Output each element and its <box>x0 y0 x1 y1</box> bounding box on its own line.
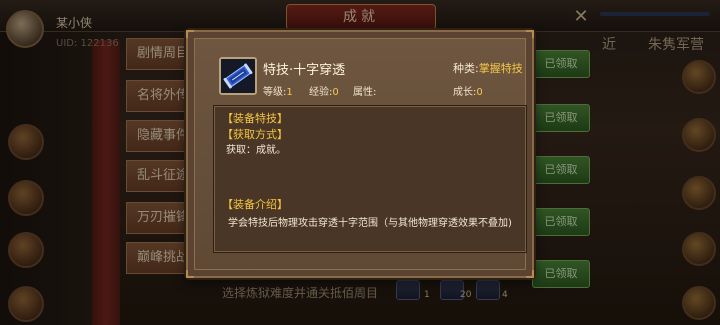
section-intro-title: 【装备介绍】 <box>222 198 288 211</box>
popup-corner-ornament <box>186 270 194 278</box>
stat-exp-value: 0 <box>332 87 339 98</box>
stat-attribute-label: 属性: <box>353 87 377 98</box>
skill-type-value: 掌握特技 <box>478 62 523 75</box>
section-source-body: 获取：成就。 <box>226 145 286 156</box>
section-equip-title: 【装备特技】 <box>222 112 288 125</box>
stat-growth-label: 成长: <box>453 87 477 98</box>
section-intro-body: 学会特技后物理攻击穿透十字范围（与其他物理穿透效果不叠加) <box>228 218 512 229</box>
stat-level: 等级:1 <box>263 83 293 98</box>
skill-type-label: 种类: <box>453 62 479 75</box>
skill-info-box: 【装备特技】 【获取方式】 获取：成就。 【装备介绍】 学会特技后物理攻击穿透十… <box>213 105 527 253</box>
stat-attribute: 属性: <box>353 83 376 98</box>
popup-body: 特技·十字穿透 种类:掌握特技 等级:1 经验:0 属性: 成长:0 【装备特技… <box>194 38 527 270</box>
stat-level-value: 1 <box>286 87 293 98</box>
skill-detail-popup: 特技·十字穿透 种类:掌握特技 等级:1 经验:0 属性: 成长:0 【装备特技… <box>186 30 534 278</box>
popup-corner-ornament <box>186 30 194 38</box>
popup-corner-ornament <box>526 270 534 278</box>
stat-growth-value: 0 <box>476 87 483 98</box>
skill-type: 种类:掌握特技 <box>453 60 523 76</box>
skill-scroll-icon <box>219 57 257 95</box>
popup-corner-ornament <box>526 30 534 38</box>
stat-level-label: 等级: <box>263 87 287 98</box>
stat-growth: 成长:0 <box>453 83 483 98</box>
skill-name: 特技·十字穿透 <box>263 63 346 78</box>
section-source-title: 【获取方式】 <box>222 128 288 141</box>
stat-exp-label: 经验: <box>309 87 333 98</box>
stat-exp: 经验:0 <box>309 83 339 98</box>
